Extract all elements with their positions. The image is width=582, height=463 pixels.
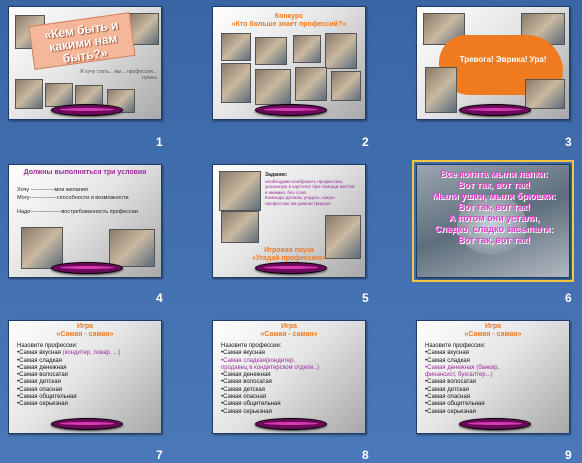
slide-5-title: Игровая пауза «Угадай профессию»	[252, 247, 326, 262]
slide-9-list: Назовите профессии: •Самая вкусная •Сама…	[425, 343, 563, 416]
photo-2b	[255, 37, 287, 65]
photo-2g	[295, 67, 327, 101]
photo-1a	[15, 79, 43, 109]
photo-2d	[325, 33, 357, 69]
photo-5a	[219, 171, 261, 211]
list-item: •Самая серьезная	[425, 408, 476, 415]
slide-8-list: Назовите профессии: •Самая вкусная •Сама…	[221, 343, 359, 416]
logo-oval	[255, 104, 327, 116]
slide-thumbnail-1[interactable]: «Кем быть и какими нам быть?» Я хочу ста…	[8, 6, 162, 120]
list-item: •Самая денежная	[221, 372, 271, 379]
photo-3d	[525, 79, 565, 109]
list-item: •Самая опасная	[221, 394, 267, 401]
list-item: •Самая сладкая	[17, 357, 62, 364]
slide-thumbnail-2[interactable]: Конкурс «Кто больше знает профессий?»	[212, 6, 366, 120]
slide-number: 6	[565, 291, 572, 305]
slide-4-title: Должны выполняться три условия	[23, 169, 147, 176]
slide-6-poem: Все котята мыли лапки: Вот так, вот так!…	[432, 169, 556, 245]
list-item: •Самая сладкая	[425, 357, 470, 364]
slide-thumbnail-6[interactable]: Все котята мыли лапки: Вот так, вот так!…	[412, 160, 574, 282]
logo-oval	[459, 418, 531, 430]
list-lead: Назовите профессии:	[425, 343, 486, 349]
photo-4b	[109, 229, 155, 267]
logo-oval	[459, 104, 531, 116]
list-item: •Самая вкусная	[425, 350, 469, 357]
list-lead: Назовите профессии:	[221, 343, 282, 349]
list-item: •Самая общительная	[425, 401, 485, 408]
photo-2c	[293, 35, 321, 63]
photo-2f	[255, 69, 291, 105]
slide-number: 3	[565, 135, 572, 149]
list-item: •Самая детская	[221, 386, 265, 393]
list-item: •Самая детская	[425, 386, 469, 393]
slide-thumbnail-8[interactable]: Игра «Самая - самая» Назовите профессии:…	[212, 320, 366, 434]
list-item: •Самая серьезная	[17, 401, 68, 408]
task-label: Задание:	[265, 172, 288, 178]
photo-2e	[221, 63, 251, 103]
photo-5b	[221, 211, 259, 243]
slide-8-title: Игра «Самая - самая»	[260, 323, 318, 338]
slide-4-item-1: Хочу -------------мои желания	[17, 187, 88, 193]
photo-2a	[221, 33, 251, 61]
slide-3-title: Тревога! Эврика! Ура!	[459, 55, 547, 64]
list-item: •Самая детская	[17, 379, 61, 386]
slide-4-item-2: Могу---------------способности и возможн…	[17, 195, 129, 201]
slide-9-title: Игра «Самая - самая»	[464, 323, 522, 338]
list-item: •Самая денежная	[17, 364, 67, 371]
slide-1-title: «Кем быть и какими нам быть?»	[43, 17, 120, 66]
task-text: необходимо изобразить профессию, указанн…	[265, 179, 355, 206]
list-item: •Самая волосатая	[425, 379, 476, 386]
slide-thumbnail-7[interactable]: Игра «Самая - самая» Назовите профессии:…	[8, 320, 162, 434]
photo-2h	[331, 71, 361, 101]
logo-oval	[51, 104, 123, 116]
slide-number: 1	[156, 135, 163, 149]
slide-thumbnail-9[interactable]: Игра «Самая - самая» Назовите профессии:…	[416, 320, 570, 434]
list-item: •Самая волосатая	[221, 379, 272, 386]
logo-oval	[51, 262, 123, 274]
slide-7-list: Назовите профессии: •Самая вкусная (конд…	[17, 343, 155, 409]
list-item-hint: продавец в кондитерском отделе..)	[221, 364, 319, 371]
slide-number: 2	[362, 135, 369, 149]
logo-oval	[255, 418, 327, 430]
list-item: •Самая волосатая	[17, 372, 68, 379]
list-item: •Самая вкусная	[221, 350, 265, 357]
slide-number: 5	[362, 291, 369, 305]
list-item: •Самая денежная (банкир,	[425, 364, 500, 371]
photo-1b	[45, 83, 73, 107]
list-item: •Самая общительная	[221, 401, 281, 408]
slide-thumbnail-5[interactable]: Задание: необходимо изобразить профессию…	[212, 164, 366, 278]
photo-3c	[425, 67, 457, 113]
slide-2-title: Конкурс «Кто больше знает профессий?»	[231, 13, 347, 28]
slide-thumbnail-4[interactable]: Должны выполняться три условия Хочу ----…	[8, 164, 162, 278]
list-lead: Назовите профессии:	[17, 343, 78, 349]
slide-number: 9	[565, 448, 572, 462]
slide-thumbnail-3[interactable]: Тревога! Эврика! Ура!	[416, 6, 570, 120]
list-item-hint: финансист, бухгалтер...)	[425, 372, 493, 379]
list-item: •Самая вкусная	[17, 350, 61, 357]
list-item: •Самая серьезная	[221, 408, 272, 415]
list-item: •Самая сладкая(кондитер,	[221, 357, 296, 364]
slide-7-title: Игра «Самая - самая»	[56, 323, 114, 338]
list-item: •Самая опасная	[425, 394, 471, 401]
list-item: •Самая опасная	[17, 386, 63, 393]
slide-4-item-3: Надо-----------------востребованность пр…	[17, 209, 138, 215]
photo-4a	[21, 227, 63, 269]
list-item-hint: (кондитер, повар, ...)	[62, 350, 121, 357]
slide-number: 8	[362, 448, 369, 462]
list-item: •Самая общительная	[17, 394, 77, 401]
slide-number: 4	[156, 291, 163, 305]
logo-oval	[255, 262, 327, 274]
slide-1-subtitle: Я хочу стать... мы... профессии... нужны	[80, 69, 157, 81]
logo-oval	[51, 418, 123, 430]
slide-number: 7	[156, 448, 163, 462]
